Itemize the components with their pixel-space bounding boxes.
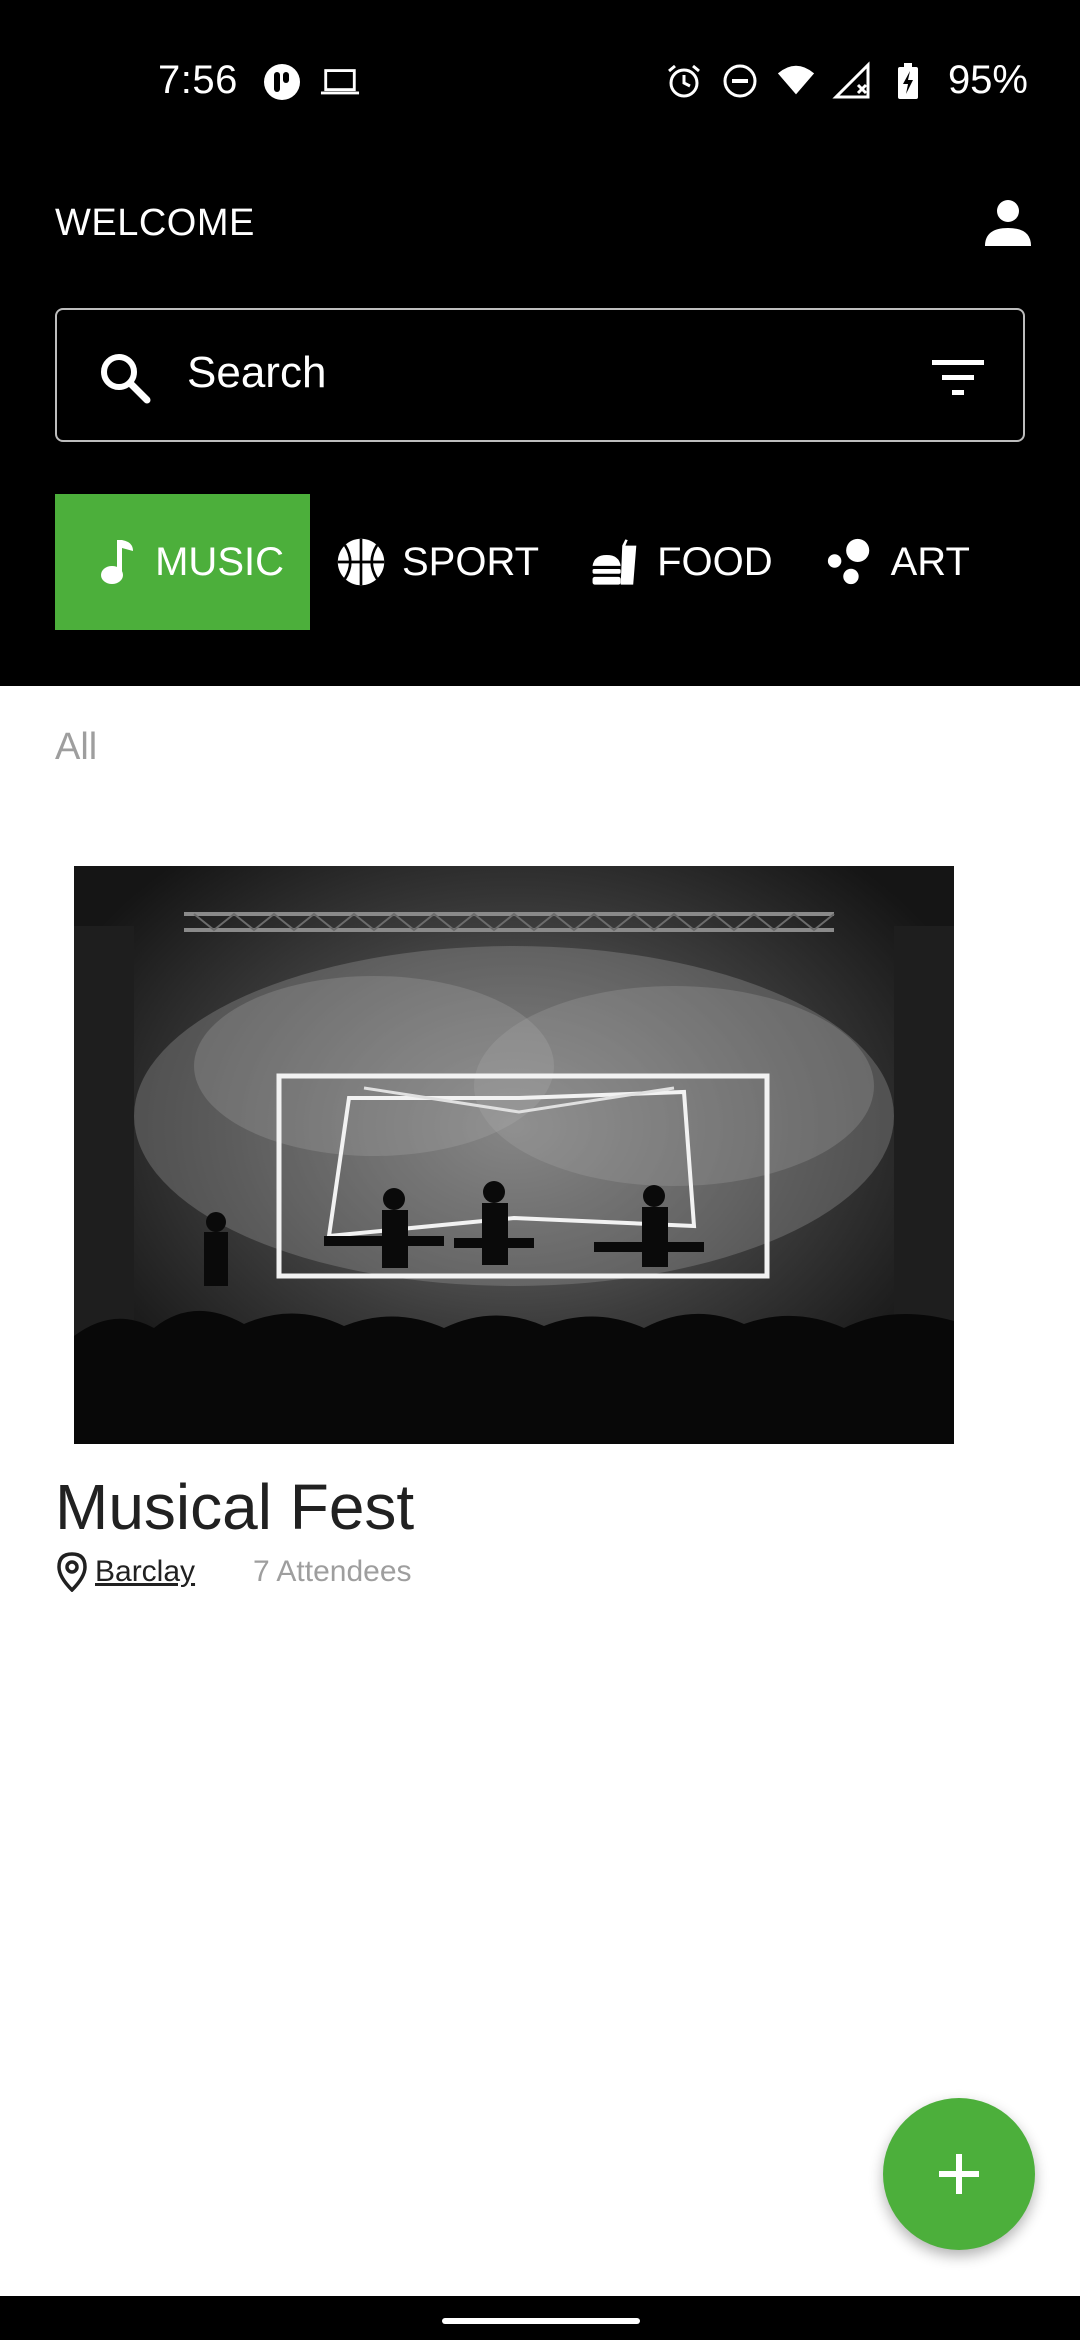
category-label: FOOD xyxy=(657,539,773,584)
laptop-icon xyxy=(320,62,360,102)
music-note-icon xyxy=(95,537,139,587)
section-label: All xyxy=(55,726,98,768)
battery-percent: 95% xyxy=(947,58,1028,102)
do-not-disturb-icon xyxy=(720,61,760,101)
event-location-link[interactable]: Barclay xyxy=(95,1555,195,1589)
add-event-button[interactable] xyxy=(883,2098,1035,2250)
header: 7:56 95% WELCOME Search MUSIC SPORT FOOD… xyxy=(0,0,1080,686)
category-label: MUSIC xyxy=(155,539,284,584)
search-icon xyxy=(101,354,151,404)
category-tabs: MUSIC SPORT FOOD ART xyxy=(55,494,996,630)
app-screen: 7:56 95% WELCOME Search MUSIC SPORT FOOD… xyxy=(0,0,1080,2340)
profile-button[interactable] xyxy=(976,190,1040,254)
category-label: SPORT xyxy=(402,539,540,584)
alarm-icon xyxy=(664,61,704,101)
event-image[interactable] xyxy=(74,866,954,1444)
category-label: ART xyxy=(890,539,970,584)
status-left-icons xyxy=(262,62,360,102)
person-icon xyxy=(985,200,1031,246)
event-title: Musical Fest xyxy=(55,1471,415,1543)
search-input[interactable]: Search xyxy=(187,348,326,398)
category-music[interactable]: MUSIC xyxy=(55,494,310,630)
event-attendees: 7 Attendees xyxy=(253,1555,412,1588)
location-pin-icon xyxy=(55,1552,89,1592)
fast-food-icon xyxy=(591,537,641,587)
battery-charging-icon xyxy=(888,61,928,101)
basketball-icon xyxy=(336,537,386,587)
category-art[interactable]: ART xyxy=(799,494,996,630)
status-bar: 7:56 95% xyxy=(0,0,1080,165)
filter-icon[interactable] xyxy=(929,352,987,404)
category-food[interactable]: FOOD xyxy=(565,494,799,630)
home-indicator[interactable] xyxy=(442,2318,640,2324)
search-bar[interactable]: Search xyxy=(55,308,1025,442)
category-sport[interactable]: SPORT xyxy=(310,494,565,630)
podcast-app-icon xyxy=(262,62,302,102)
welcome-title: WELCOME xyxy=(55,202,255,244)
cell-signal-icon xyxy=(832,60,872,101)
plus-icon xyxy=(939,2154,979,2194)
wifi-icon xyxy=(776,61,816,101)
status-time: 7:56 xyxy=(158,58,238,102)
bubbles-icon xyxy=(825,537,875,587)
event-meta: Barclay 7 Attendees xyxy=(55,1552,412,1592)
status-right-icons: 95% xyxy=(664,58,1028,103)
